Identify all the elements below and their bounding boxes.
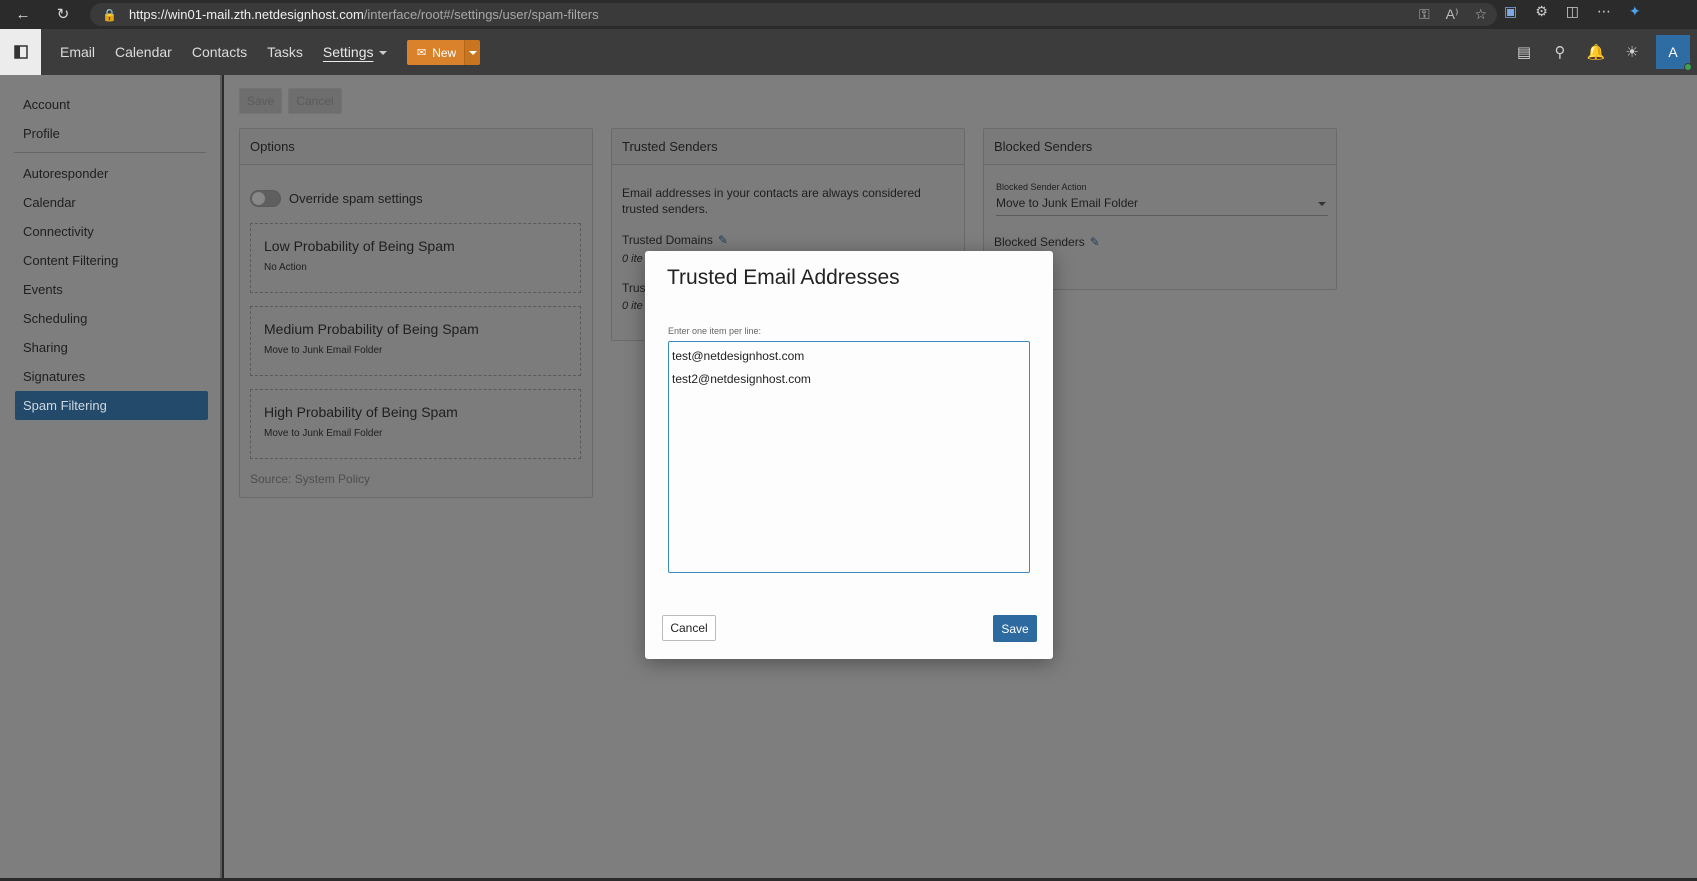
sidebar-panel-icon bbox=[13, 45, 28, 59]
modal-save-button[interactable]: Save bbox=[993, 615, 1037, 642]
split-screen-icon[interactable]: ◫ bbox=[1566, 3, 1579, 20]
url-host: https://win01-mail.zth.netdesignhost.com bbox=[128, 7, 364, 22]
low-probability-action: No Action bbox=[264, 262, 307, 273]
online-status-dot bbox=[1684, 63, 1692, 71]
trusted-emails-textarea[interactable]: test@netdesignhost.com test2@netdesignho… bbox=[668, 341, 1030, 573]
trusted-senders-title: Trusted Senders bbox=[612, 129, 964, 165]
sidebar-item-content-filtering[interactable]: Content Filtering bbox=[0, 246, 205, 275]
trusted-domains-label: Trusted Domains bbox=[622, 233, 713, 247]
chevron-down-icon bbox=[379, 51, 388, 56]
low-probability-title: Low Probability of Being Spam bbox=[264, 238, 455, 254]
copilot-icon[interactable]: ✦ bbox=[1629, 3, 1641, 20]
theme-sun-icon[interactable]: ☀ bbox=[1614, 43, 1650, 61]
chevron-down-icon bbox=[468, 50, 477, 55]
settings-sidebar: Account Profile Autoresponder Calendar C… bbox=[0, 75, 222, 881]
sidebar-item-sharing[interactable]: Sharing bbox=[0, 333, 205, 362]
modal-hint: Enter one item per line: bbox=[668, 326, 762, 336]
sidebar-item-spam-filtering[interactable]: Spam Filtering bbox=[15, 391, 208, 420]
lock-icon: 🔒 bbox=[102, 7, 117, 22]
override-label: Override spam settings bbox=[289, 191, 423, 206]
reload-icon[interactable]: ↻ bbox=[52, 3, 74, 25]
sidebar-item-profile[interactable]: Profile bbox=[0, 119, 205, 148]
textarea-line: test@netdesignhost.com bbox=[672, 349, 805, 363]
edit-pencil-icon[interactable]: ✎ bbox=[1090, 235, 1100, 249]
edit-pencil-icon[interactable]: ✎ bbox=[718, 233, 728, 247]
search-icon[interactable]: ⚲ bbox=[1542, 43, 1578, 61]
high-probability-box[interactable]: High Probability of Being Spam Move to J… bbox=[250, 389, 581, 459]
blocked-senders-title: Blocked Senders bbox=[984, 129, 1336, 165]
blocked-action-value: Move to Junk Email Folder bbox=[996, 196, 1139, 210]
textarea-line: test2@netdesignhost.com bbox=[672, 372, 811, 386]
modal-title: Trusted Email Addresses bbox=[667, 266, 900, 289]
trusted-emails-label: Trus bbox=[622, 281, 646, 295]
nav-calendar[interactable]: Calendar bbox=[115, 44, 172, 60]
trusted-domains-label-row: Trusted Domains ✎ bbox=[622, 233, 728, 247]
new-button-label: New bbox=[432, 45, 457, 60]
sidebar-item-calendar[interactable]: Calendar bbox=[0, 188, 205, 217]
blocked-action-select[interactable]: Move to Junk Email Folder bbox=[996, 196, 1328, 216]
sidebar-item-autoresponder[interactable]: Autoresponder bbox=[0, 159, 205, 188]
medium-probability-action: Move to Junk Email Folder bbox=[264, 345, 383, 356]
save-button[interactable]: Save bbox=[239, 88, 282, 114]
sidebar-item-events[interactable]: Events bbox=[0, 275, 205, 304]
url-path: /interface/root#/settings/user/spam-filt… bbox=[363, 7, 599, 22]
chevron-down-icon bbox=[1318, 202, 1326, 206]
toggle-knob bbox=[252, 192, 265, 205]
sidebar-item-scheduling[interactable]: Scheduling bbox=[0, 304, 205, 333]
high-probability-title: High Probability of Being Spam bbox=[264, 404, 458, 420]
address-bar[interactable]: 🔒 https://win01-mail.zth.netdesignhost.c… bbox=[90, 3, 1497, 26]
new-button-group: ✉ New bbox=[407, 40, 481, 65]
low-probability-box[interactable]: Low Probability of Being Spam No Action bbox=[250, 223, 581, 293]
app-header: Email Calendar Contacts Tasks Settings ✉… bbox=[0, 29, 1697, 75]
favorite-star-icon[interactable]: ☆ bbox=[1474, 6, 1487, 23]
cancel-button[interactable]: Cancel bbox=[288, 88, 342, 114]
browser-toolbar: ← ↻ 🔒 https://win01-mail.zth.netdesignho… bbox=[0, 0, 1697, 29]
bell-icon[interactable]: 🔔 bbox=[1578, 43, 1614, 61]
extensions-icon[interactable]: ⚙ bbox=[1535, 3, 1548, 20]
nav-contacts[interactable]: Contacts bbox=[192, 44, 247, 60]
options-card: Options Override spam settings Low Proba… bbox=[239, 128, 593, 498]
more-menu-icon[interactable]: ⋯ bbox=[1597, 3, 1611, 20]
blocked-senders-label: Blocked Senders bbox=[994, 235, 1085, 249]
avatar-letter: A bbox=[1668, 44, 1678, 60]
read-aloud-icon[interactable]: A⁾ bbox=[1446, 6, 1459, 23]
sidebar-item-account[interactable]: Account bbox=[0, 90, 205, 119]
sidebar-toggle-button[interactable] bbox=[0, 29, 41, 75]
override-toggle[interactable] bbox=[250, 190, 281, 207]
avatar[interactable]: A bbox=[1656, 35, 1692, 71]
modal-cancel-button[interactable]: Cancel bbox=[662, 615, 716, 641]
trusted-emails-count: 0 ite bbox=[622, 300, 643, 312]
trusted-domains-count: 0 ite bbox=[622, 253, 643, 265]
new-button[interactable]: ✉ New bbox=[407, 40, 465, 65]
nav-tasks[interactable]: Tasks bbox=[267, 44, 303, 60]
back-icon[interactable]: ← bbox=[12, 3, 34, 25]
options-title: Options bbox=[240, 129, 592, 165]
nav-settings-label: Settings bbox=[322, 44, 374, 60]
key-icon[interactable]: ⚿ bbox=[1419, 6, 1430, 23]
trusted-description: Email addresses in your contacts are alw… bbox=[622, 186, 921, 216]
high-probability-action: Move to Junk Email Folder bbox=[264, 428, 383, 439]
sidebar-item-connectivity[interactable]: Connectivity bbox=[0, 217, 205, 246]
nav-settings[interactable]: Settings bbox=[323, 44, 388, 60]
blocked-senders-label-row: Blocked Senders ✎ bbox=[994, 235, 1100, 249]
nav-email[interactable]: Email bbox=[60, 44, 95, 60]
trusted-email-modal: Trusted Email Addresses Enter one item p… bbox=[645, 251, 1053, 659]
policy-source: Source: System Policy bbox=[250, 472, 371, 486]
translate-icon[interactable]: ▣ bbox=[1504, 3, 1517, 20]
new-dropdown-button[interactable] bbox=[464, 40, 481, 65]
envelope-icon: ✉ bbox=[417, 47, 427, 59]
blocked-action-label: Blocked Sender Action bbox=[996, 182, 1087, 192]
medium-probability-title: Medium Probability of Being Spam bbox=[264, 321, 479, 337]
medium-probability-box[interactable]: Medium Probability of Being Spam Move to… bbox=[250, 306, 581, 376]
chat-icon[interactable]: ▤ bbox=[1506, 43, 1542, 61]
sidebar-divider bbox=[14, 152, 206, 153]
sidebar-item-signatures[interactable]: Signatures bbox=[0, 362, 205, 391]
